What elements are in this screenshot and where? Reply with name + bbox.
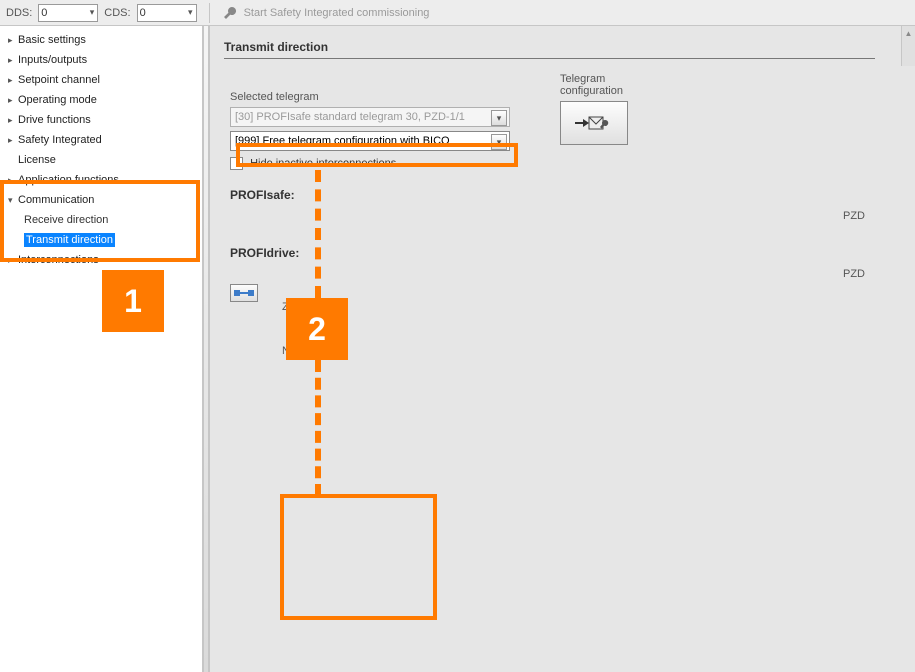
tree-item-safety-integrated[interactable]: Safety Integrated [0,130,202,150]
tree-item-basic-settings[interactable]: Basic settings [0,30,202,50]
profisafe-heading: PROFIsafe: [230,188,895,202]
dds-label: DDS: [6,7,32,19]
telegram-dropdown-free[interactable]: [999] Free telegram configuration with B… [230,131,510,151]
tree-item-operating-mode[interactable]: Operating mode [0,90,202,110]
checkbox-icon [230,157,243,170]
tree-item-transmit-direction[interactable]: Transmit direction [0,230,202,250]
tree-item-drive-functions[interactable]: Drive functions [0,110,202,130]
selected-telegram-label: Selected telegram [230,91,510,103]
wrench-icon[interactable] [222,5,238,21]
tree-item-interconnections[interactable]: Interconnections [0,250,202,270]
hide-inactive-checkbox[interactable]: Hide inactive interconnections [230,157,510,170]
content-pane: ▲ Transmit direction Selected telegram [… [209,26,915,672]
page-title: Transmit direction [224,40,328,54]
navigation-tree: Basic settingsInputs/outputsSetpoint cha… [0,26,203,672]
tree-item-setpoint-channel[interactable]: Setpoint channel [0,70,202,90]
tree-item-receive-direction[interactable]: Receive direction [0,210,202,230]
cds-label: CDS: [104,7,130,19]
telegram-config-button[interactable] [560,101,628,145]
tree-item-license[interactable]: License [0,150,202,170]
start-commissioning-button[interactable]: Start Safety Integrated commissioning [244,7,430,19]
toolbar-separator [209,3,210,23]
dds-dropdown[interactable]: 0 [38,4,98,22]
tree-item-communication[interactable]: Communication [0,190,202,210]
cds-dropdown[interactable]: 0 [137,4,197,22]
telegram-config-label: Telegram configuration [560,73,628,97]
signal-label-nist: NIST_A [282,328,330,372]
telegram-dropdown-profisafe[interactable]: [30] PROFIsafe standard telegram 30, PZD… [230,107,510,127]
tree-item-inputs-outputs[interactable]: Inputs/outputs [0,50,202,70]
signal-label-zsw1: ZSW1 [282,284,330,328]
interconnection-icon[interactable] [230,284,258,302]
pzd-header: PZD [360,210,895,222]
scrollbar[interactable]: ▲ [901,26,915,66]
scroll-up-icon[interactable]: ▲ [902,26,915,40]
toolbar: DDS: 0 CDS: 0 Start Safety Integrated co… [0,0,915,26]
pzd-header: PZD [230,268,895,280]
profidrive-heading: PROFIdrive: [230,246,895,260]
tree-item-application-functions[interactable]: Application functions [0,170,202,190]
